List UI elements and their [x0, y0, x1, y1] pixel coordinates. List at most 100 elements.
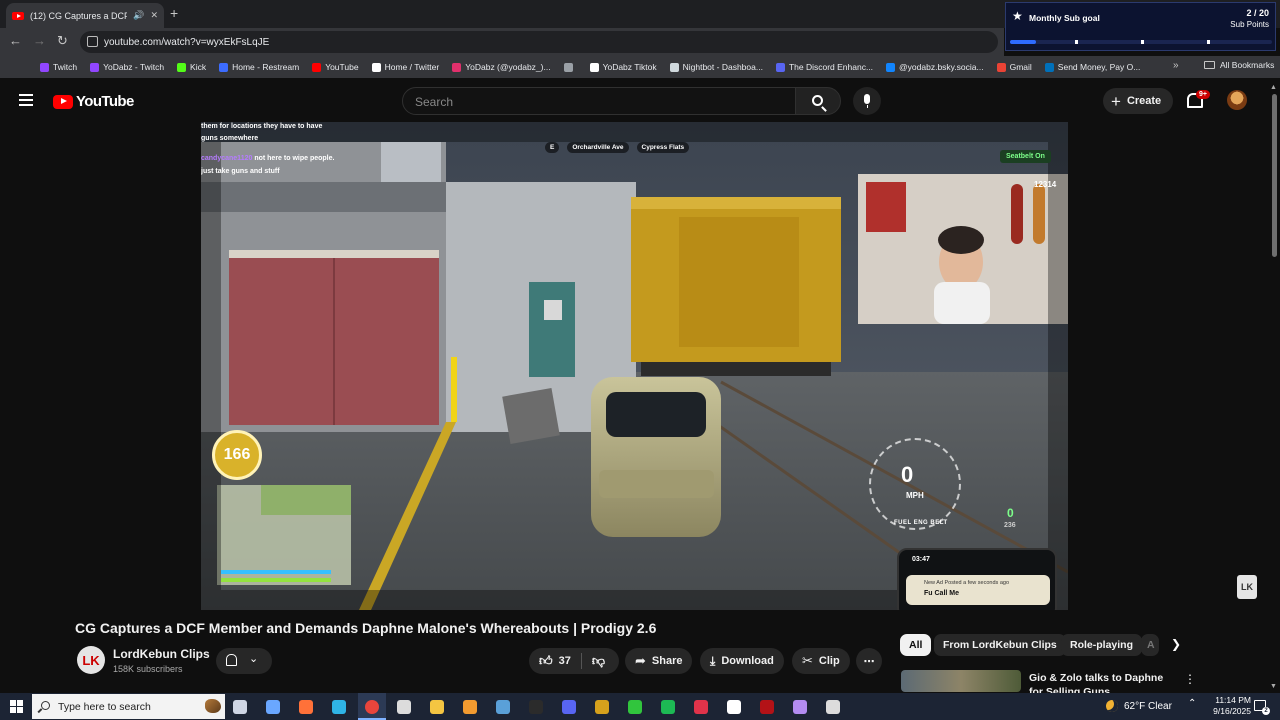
scroll-down-arrow-icon[interactable]: ▼: [1270, 683, 1277, 690]
bookmark-item[interactable]: Nightbot - Dashboa...: [669, 62, 763, 72]
chip-from-channel[interactable]: From LordKebun Clips: [934, 634, 1066, 656]
subscription-notification-button[interactable]: ⌄: [216, 648, 272, 674]
fuel-subreadout: 236: [1004, 522, 1016, 529]
page-scrollbar-thumb[interactable]: [1272, 94, 1277, 257]
bookmark-label: The Discord Enhanc...: [788, 62, 874, 72]
epic-games-icon[interactable]: [529, 700, 543, 714]
file-explorer-icon[interactable]: [430, 700, 444, 714]
audacity-icon[interactable]: [463, 700, 477, 714]
voice-search-icon[interactable]: [853, 87, 881, 115]
xbox-icon[interactable]: [628, 700, 642, 714]
clock-date: 9/16/2025: [1213, 706, 1251, 716]
address-bar-row: ← → ↻ youtube.com/watch?v=wyxEkFsLqJE: [0, 28, 1004, 56]
bookmark-item[interactable]: @yodabz.bsky.socia...: [886, 62, 984, 72]
reload-icon[interactable]: ↻: [57, 33, 68, 49]
app-yellow-icon[interactable]: [595, 700, 609, 714]
youtube-favicon-icon: [12, 11, 24, 20]
back-arrow-icon[interactable]: ←: [9, 33, 22, 48]
sub-goal-progress-fill: [1010, 40, 1037, 44]
download-button[interactable]: ⤓ Download: [700, 648, 784, 674]
more-vertical-icon[interactable]: ⋮: [1184, 672, 1196, 686]
bookmark-label: @yodabz.bsky.socia...: [899, 62, 984, 72]
pen-icon[interactable]: [793, 700, 807, 714]
sub-goal-count: 2 / 20: [1246, 8, 1269, 18]
search-input[interactable]: Search: [402, 87, 796, 115]
speed-value: 0: [901, 462, 914, 487]
chip-truncated[interactable]: A: [1141, 634, 1159, 656]
hamburger-menu-icon[interactable]: [19, 94, 33, 109]
browser-tab[interactable]: (12) CG Captures a DCF Me 🔊 ✕: [6, 3, 164, 28]
bookmark-item[interactable]: Home / Twitter: [371, 62, 439, 72]
show-hidden-icons-icon[interactable]: ⌃: [1188, 698, 1196, 709]
bookmark-item[interactable]: YoDabz - Twitch: [90, 62, 164, 72]
bookmark-item[interactable]: The Discord Enhanc...: [775, 62, 874, 72]
chip-role-playing[interactable]: Role-playing: [1061, 634, 1143, 656]
speaker-icon[interactable]: 🔊: [133, 10, 144, 21]
chip-all[interactable]: All: [900, 634, 932, 656]
bookmark-favicon-icon: [775, 62, 785, 72]
bookmark-item[interactable]: [563, 62, 577, 72]
thumbs-up-icon: 👍︎: [539, 653, 553, 668]
chevron-right-icon[interactable]: ❯: [1171, 637, 1181, 651]
all-bookmarks-button[interactable]: All Bookmarks: [1204, 60, 1274, 70]
close-tab-icon[interactable]: ✕: [150, 10, 158, 21]
area-name: Cypress Flats: [636, 142, 690, 153]
account-avatar[interactable]: [1227, 90, 1247, 110]
stream-chat-message: them for locations they have to have gun…: [201, 123, 323, 142]
channel-name[interactable]: LordKebun Clips: [113, 647, 210, 661]
chrome-icon[interactable]: [365, 700, 379, 714]
settings-icon[interactable]: [826, 700, 840, 714]
bookmark-item[interactable]: Gmail: [996, 62, 1032, 72]
youtube-logo[interactable]: YouTube: [53, 93, 134, 110]
bookmark-label: Nightbot - Dashboa...: [682, 62, 763, 72]
obs-icon[interactable]: [397, 700, 411, 714]
url-bar[interactable]: youtube.com/watch?v=wyxEkFsLqJE: [80, 31, 998, 53]
clock-time: 11:14 PM: [1215, 695, 1251, 705]
windows-start-icon[interactable]: [10, 700, 23, 713]
more-actions-button[interactable]: ⋯: [856, 648, 882, 674]
discord-icon[interactable]: [562, 700, 576, 714]
star-icon: ★: [1012, 9, 1023, 23]
bookmark-item[interactable]: YoDabz Tiktok: [589, 62, 657, 72]
share-button[interactable]: ➦ Share: [625, 648, 692, 674]
firefox-icon[interactable]: [299, 700, 313, 714]
bookmark-favicon-icon: [40, 62, 49, 72]
copilot-icon[interactable]: [266, 700, 280, 714]
bookmark-item[interactable]: Send Money, Pay O...: [1044, 62, 1140, 72]
gameplay-frame: [201, 122, 1068, 610]
more-bookmarks-icon[interactable]: »: [1173, 60, 1179, 71]
site-info-icon[interactable]: [87, 36, 98, 47]
notification-badge: 9+: [1196, 90, 1210, 99]
create-button[interactable]: + Create: [1103, 88, 1173, 114]
scroll-up-arrow-icon[interactable]: ▲: [1270, 84, 1277, 91]
bookmark-item[interactable]: Twitch: [40, 62, 77, 72]
bookmark-item[interactable]: Home - Restream: [219, 62, 299, 72]
video-player[interactable]: them for locations they have to have gun…: [201, 122, 1068, 610]
app-red-icon[interactable]: [694, 700, 708, 714]
forward-arrow-icon[interactable]: →: [33, 33, 46, 48]
steam-icon[interactable]: [496, 700, 510, 714]
system-clock[interactable]: 11:14 PM 9/16/2025: [1203, 695, 1251, 717]
like-button[interactable]: 👍︎ 37: [539, 653, 571, 669]
app-darkred-icon[interactable]: [760, 700, 774, 714]
recommendation-title[interactable]: Gio & Zolo talks to Daphne for Selling G…: [1029, 671, 1174, 693]
bookmark-item[interactable]: Kick: [177, 62, 206, 72]
task-view-icon[interactable]: [233, 700, 247, 714]
tiktok-icon[interactable]: [727, 700, 741, 714]
taskbar-search-input[interactable]: Type here to search: [32, 694, 225, 719]
bookmark-favicon-icon: [996, 62, 1006, 72]
like-dislike-bar: 👍︎ 37 👎︎: [529, 648, 619, 674]
bookmark-item[interactable]: YoDabz (@yodabz_)...: [452, 62, 551, 72]
bookmarks-bar: Twitch YoDabz - Twitch Kick Home - Restream…: [0, 56, 1280, 78]
clip-button[interactable]: ✂ Clip: [792, 648, 850, 674]
channel-avatar[interactable]: LK: [77, 646, 105, 674]
new-tab-button[interactable]: +: [170, 5, 178, 21]
edge-icon[interactable]: [332, 700, 346, 714]
spotify-icon[interactable]: [661, 700, 675, 714]
channel-watermark[interactable]: LK: [1237, 575, 1257, 599]
bookmark-item[interactable]: YouTube: [312, 62, 359, 72]
recommendation-thumbnail[interactable]: [901, 670, 1021, 692]
weather-widget[interactable]: 62°F Clear: [1106, 700, 1172, 712]
dislike-button[interactable]: 👎︎: [592, 653, 605, 669]
search-button[interactable]: [795, 87, 841, 115]
